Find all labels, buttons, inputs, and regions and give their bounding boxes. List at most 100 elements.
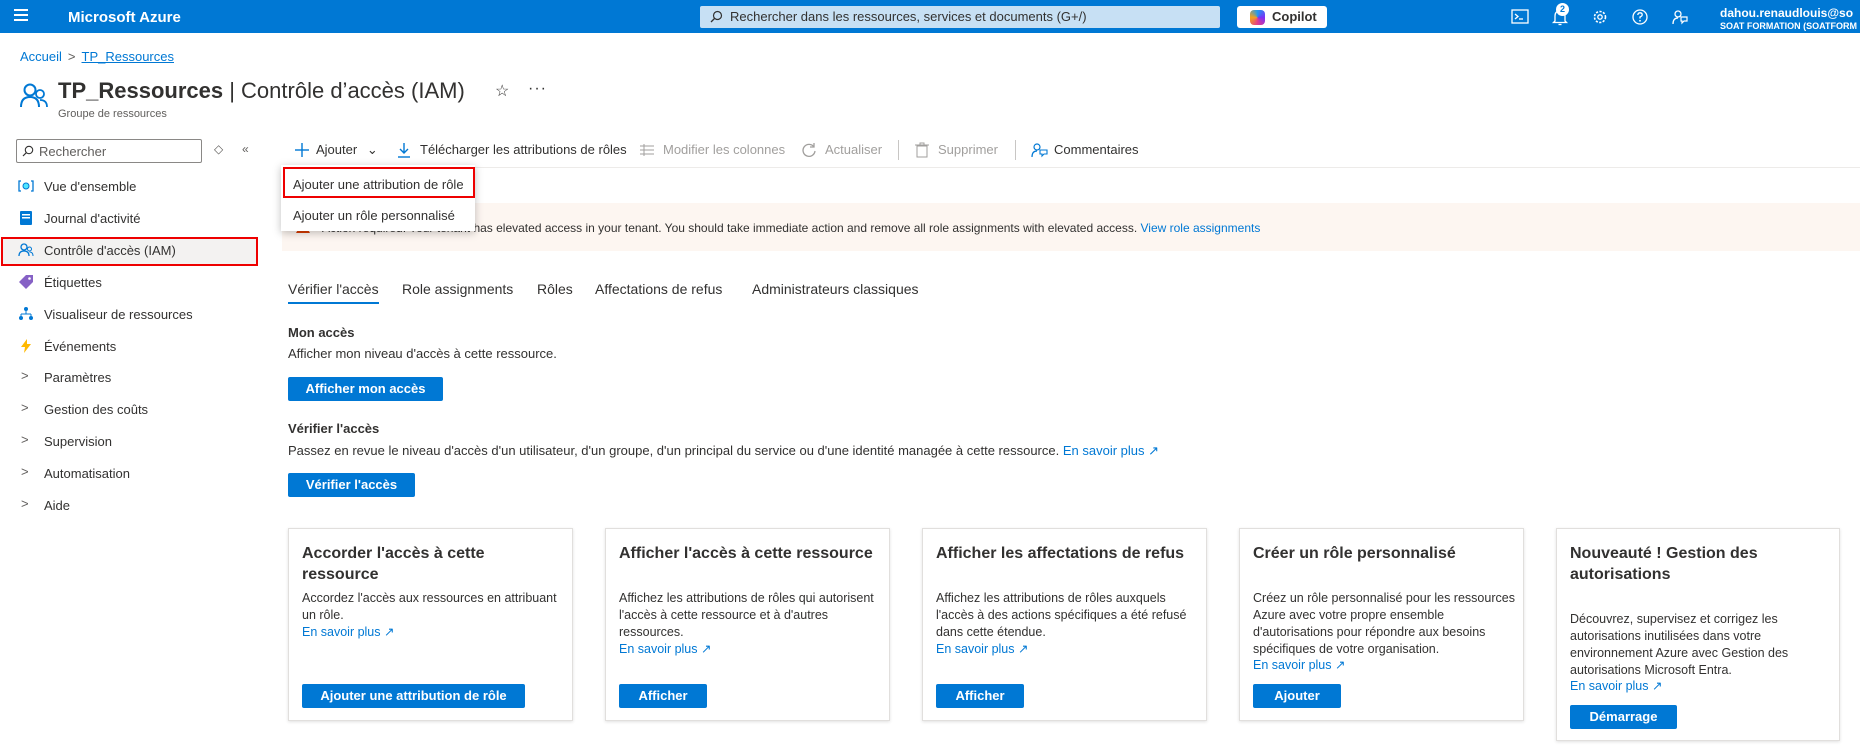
tab-classic-administrators[interactable]: Administrateurs classiques	[752, 281, 919, 297]
card-grant-access: Accorder l'accès à cette ressource Accor…	[288, 528, 573, 721]
card-description: Affichez les attributions de rôles qui a…	[619, 591, 874, 639]
global-search-placeholder: Rechercher dans les ressources, services…	[730, 9, 1087, 24]
get-started-button[interactable]: Démarrage	[1570, 705, 1677, 729]
sidebar-item-label: Journal d'activité	[44, 211, 141, 226]
gear-icon[interactable]	[1590, 8, 1610, 26]
sidebar-item-events[interactable]: Événements	[18, 336, 258, 358]
sort-icon[interactable]: ◇	[214, 142, 223, 156]
sidebar-search-input[interactable]: Rechercher	[16, 139, 202, 163]
view-access-button[interactable]: Afficher	[619, 684, 707, 708]
sidebar-item-monitoring[interactable]: > Supervision	[18, 431, 258, 453]
card-custom-role: Créer un rôle personnalisé Créez un rôle…	[1239, 528, 1524, 721]
card-title: Accorder l'accès à cette ressource	[302, 545, 485, 583]
download-button-label: Télécharger les attributions de rôles	[420, 142, 627, 157]
brand-title[interactable]: Microsoft Azure	[68, 9, 181, 26]
search-icon	[710, 10, 723, 23]
sidebar-item-resource-visualizer[interactable]: Visualiseur de ressources	[18, 304, 258, 326]
learn-more-label: En savoir plus	[302, 625, 381, 639]
page-title: TP_Ressources | Contrôle d’accès (IAM)	[58, 78, 465, 103]
more-options-icon[interactable]: ···	[528, 80, 547, 98]
view-my-access-button[interactable]: Afficher mon accès	[288, 377, 443, 401]
card-description: Découvrez, supervisez et corrigez les au…	[1570, 612, 1789, 677]
refresh-label: Actualiser	[825, 142, 883, 157]
download-role-assignments-button[interactable]: Télécharger les attributions de rôles	[396, 142, 627, 162]
feedback-label: Commentaires	[1054, 142, 1139, 157]
download-icon	[398, 143, 410, 158]
page-subtitle: Groupe de ressources	[58, 108, 167, 120]
sidebar-item-overview[interactable]: Vue d'ensemble	[18, 176, 258, 198]
breadcrumb-home[interactable]: Accueil	[20, 49, 62, 64]
tab-role-assignments[interactable]: Role assignments	[402, 281, 513, 297]
user-name: dahou.renaudlouis@so	[1720, 6, 1854, 20]
tab-deny-assignments[interactable]: Affectations de refus	[595, 281, 722, 297]
edit-columns-button[interactable]: Modifier les colonnes	[639, 142, 785, 162]
breadcrumb-separator: >	[67, 49, 76, 64]
sidebar-item-label: Contrôle d'accès (IAM)	[44, 243, 176, 258]
sidebar-item-help[interactable]: > Aide	[18, 495, 258, 517]
external-link-icon: ↗	[1018, 642, 1029, 656]
external-link-icon: ↗	[384, 625, 395, 639]
card-description: Accordez l'accès aux ressources en attri…	[302, 591, 557, 622]
menu-item-add-custom-role[interactable]: Ajouter un rôle personnalisé	[293, 208, 455, 223]
sidebar-item-label: Supervision	[44, 434, 112, 449]
collapse-sidebar-icon[interactable]: «	[242, 142, 249, 156]
add-custom-role-button[interactable]: Ajouter	[1253, 684, 1341, 708]
menu-icon[interactable]	[14, 9, 28, 23]
help-icon[interactable]	[1630, 8, 1650, 26]
feedback-button[interactable]: Commentaires	[1030, 142, 1139, 162]
cloud-shell-icon[interactable]	[1510, 8, 1530, 26]
sidebar-item-label: Gestion des coûts	[44, 402, 149, 417]
chevron-right-icon: >	[21, 368, 29, 383]
breadcrumb: Accueil > TP_Ressources	[20, 49, 174, 64]
learn-more-link[interactable]: En savoir plus	[1063, 443, 1145, 458]
learn-more-link[interactable]: En savoir plus ↗	[302, 624, 394, 639]
learn-more-label: En savoir plus	[619, 642, 698, 656]
favorite-star-icon[interactable]: ☆	[495, 81, 509, 101]
card-title: Afficher l'accès à cette ressource	[619, 545, 873, 562]
delete-button[interactable]: Supprimer	[914, 142, 998, 162]
edit-columns-label: Modifier les colonnes	[663, 142, 786, 157]
toolbar-divider	[1015, 140, 1016, 160]
sidebar-item-cost-management[interactable]: > Gestion des coûts	[18, 399, 258, 421]
card-description: Affichez les attributions de rôles auxqu…	[936, 591, 1187, 639]
view-deny-assignments-button[interactable]: Afficher	[936, 684, 1024, 708]
overview-icon	[18, 180, 34, 192]
tab-roles[interactable]: Rôles	[537, 281, 573, 297]
sidebar-item-automation[interactable]: > Automatisation	[18, 463, 258, 485]
sidebar-item-activity-log[interactable]: Journal d'activité	[18, 208, 258, 230]
activity-log-icon	[20, 211, 32, 225]
card-deny-assignments: Afficher les affectations de refus Affic…	[922, 528, 1207, 721]
copilot-button[interactable]: Copilot	[1237, 6, 1327, 28]
user-account[interactable]: dahou.renaudlouis@so SOAT FORMATION (SOA…	[1720, 6, 1857, 31]
external-link-icon: ↗	[1335, 658, 1346, 672]
feedback-icon[interactable]	[1670, 8, 1690, 26]
learn-more-link[interactable]: En savoir plus ↗	[1253, 657, 1345, 672]
card-view-access: Afficher l'accès à cette ressource Affic…	[605, 528, 890, 721]
learn-more-label: En savoir plus	[936, 642, 1015, 656]
view-role-assignments-link[interactable]: View role assignments	[1141, 221, 1261, 235]
elevated-access-alert: Action required: Your tenant has elevate…	[282, 203, 1860, 251]
breadcrumb-current[interactable]: TP_Ressources	[82, 49, 174, 64]
sidebar-item-label: Événements	[44, 339, 117, 354]
notification-badge: 2	[1556, 3, 1569, 16]
global-search-input[interactable]: Rechercher dans les ressources, services…	[700, 6, 1220, 28]
refresh-button[interactable]: Actualiser	[801, 142, 882, 162]
refresh-icon	[802, 143, 816, 157]
tab-check-access[interactable]: Vérifier l'accès	[288, 281, 379, 297]
learn-more-link[interactable]: En savoir plus ↗	[1570, 678, 1662, 693]
add-role-assignment-button[interactable]: Ajouter une attribution de rôle	[302, 684, 525, 708]
learn-more-link[interactable]: En savoir plus ↗	[936, 641, 1028, 656]
add-button[interactable]: Ajouter ⌄	[294, 142, 378, 162]
sidebar-item-tags[interactable]: Étiquettes	[18, 272, 258, 294]
check-access-button[interactable]: Vérifier l'accès	[288, 473, 415, 497]
learn-more-link[interactable]: En savoir plus ↗	[619, 641, 711, 656]
sidebar-item-settings[interactable]: > Paramètres	[18, 367, 258, 389]
sidebar-item-iam[interactable]: Contrôle d'accès (IAM)	[18, 240, 258, 262]
columns-icon	[640, 144, 654, 156]
card-title: Créer un rôle personnalisé	[1253, 545, 1456, 562]
user-org: SOAT FORMATION (SOATFORM	[1720, 21, 1857, 31]
feedback-icon	[1031, 143, 1048, 158]
active-tab-indicator	[288, 302, 379, 304]
add-button-label: Ajouter	[316, 142, 358, 157]
sidebar-item-label: Aide	[44, 498, 71, 513]
